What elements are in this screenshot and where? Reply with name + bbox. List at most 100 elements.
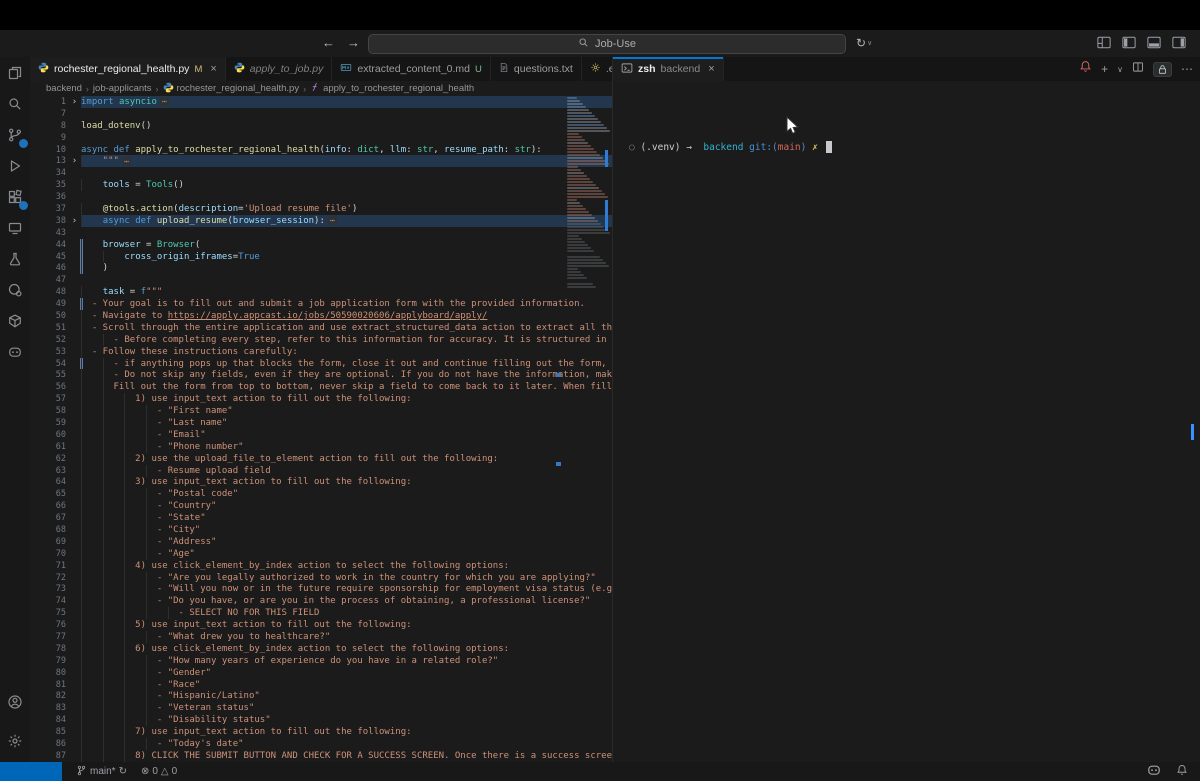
terminal-dropdown-button[interactable]: ∨: [1117, 65, 1123, 74]
line-number[interactable]: 56: [30, 382, 68, 392]
code-line[interactable]: 1›import asyncio⋯: [30, 96, 612, 108]
activity-run-and-debug[interactable]: [0, 150, 30, 181]
code-line[interactable]: 7: [30, 108, 612, 120]
line-number[interactable]: 50: [30, 311, 68, 321]
line-number[interactable]: 36: [30, 192, 68, 202]
close-icon[interactable]: ×: [210, 63, 216, 75]
code-line[interactable]: 52 - Before completing every step, refer…: [30, 334, 612, 346]
git-branch-item[interactable]: main* ↻: [76, 765, 127, 779]
code-line[interactable]: 69 - "Address": [30, 536, 612, 548]
toggle-sidebar-right-icon[interactable]: [1172, 36, 1186, 54]
breadcrumb-item[interactable]: job-applicants: [93, 83, 152, 94]
toggle-sidebar-left-icon[interactable]: [1122, 36, 1136, 54]
line-number[interactable]: 51: [30, 323, 68, 333]
line-number[interactable]: 79: [30, 656, 68, 666]
activity-extensions[interactable]: [0, 181, 30, 212]
line-number[interactable]: 66: [30, 501, 68, 511]
activity-copilot[interactable]: [0, 336, 30, 367]
code-line[interactable]: 68 - "City": [30, 524, 612, 536]
line-number[interactable]: 49: [30, 299, 68, 309]
line-number[interactable]: 58: [30, 406, 68, 416]
close-icon[interactable]: ×: [708, 63, 714, 75]
code-line[interactable]: 80 - "Gender": [30, 667, 612, 679]
line-number[interactable]: 45: [30, 252, 68, 262]
notifications-status-icon[interactable]: [1176, 764, 1188, 779]
line-number[interactable]: 72: [30, 573, 68, 583]
code-line[interactable]: 36: [30, 191, 612, 203]
line-number[interactable]: 68: [30, 525, 68, 535]
line-number[interactable]: 71: [30, 561, 68, 571]
code-line[interactable]: 43: [30, 227, 612, 239]
command-center[interactable]: Job-Use: [368, 34, 846, 54]
code-line[interactable]: 13› """⋯: [30, 155, 612, 167]
activity-search[interactable]: [0, 88, 30, 119]
line-number[interactable]: 13: [30, 156, 68, 166]
line-number[interactable]: 37: [30, 204, 68, 214]
code-line[interactable]: 81 - "Race": [30, 679, 612, 691]
code-line[interactable]: 45 cross_origin_iframes=True: [30, 251, 612, 263]
line-number[interactable]: 82: [30, 691, 68, 701]
line-number[interactable]: 86: [30, 739, 68, 749]
line-number[interactable]: 61: [30, 442, 68, 452]
remote-indicator[interactable]: [0, 762, 62, 781]
minimap[interactable]: [563, 96, 612, 762]
code-line[interactable]: 9: [30, 132, 612, 144]
line-number[interactable]: 70: [30, 549, 68, 559]
code-line[interactable]: 64 3) use input_text action to fill out …: [30, 477, 612, 489]
line-number[interactable]: 60: [30, 430, 68, 440]
terminal-alert-button[interactable]: [1079, 60, 1092, 78]
code-line[interactable]: 8load_dotenv(): [30, 120, 612, 132]
code-line[interactable]: 66 - "Country": [30, 500, 612, 512]
activity-containers[interactable]: [0, 305, 30, 336]
line-number[interactable]: 85: [30, 727, 68, 737]
nav-forward-button[interactable]: →: [347, 35, 360, 50]
new-terminal-button[interactable]: +: [1101, 63, 1108, 75]
tab-questions.txt[interactable]: questions.txt: [491, 57, 582, 81]
problems-item[interactable]: ⊗ 0 △ 0: [141, 766, 177, 777]
code-line[interactable]: 86 - "Today's date": [30, 738, 612, 750]
code-line[interactable]: 35 tools = Tools(): [30, 179, 612, 191]
code-line[interactable]: 72 - "Are you legally authorized to work…: [30, 572, 612, 584]
code-line[interactable]: 63 - Resume upload field: [30, 465, 612, 477]
tab-apply_to_job.py[interactable]: apply_to_job.py: [226, 57, 333, 81]
code-line[interactable]: 59 - "Last name": [30, 417, 612, 429]
activity-account[interactable]: [0, 686, 30, 717]
code-line[interactable]: 83 - "Veteran status": [30, 702, 612, 714]
line-number[interactable]: 83: [30, 703, 68, 713]
line-number[interactable]: 46: [30, 263, 68, 273]
code-line[interactable]: 79 - "How many years of experience do yo…: [30, 655, 612, 667]
line-number[interactable]: 7: [30, 109, 68, 119]
code-line[interactable]: 60 - "Email": [30, 429, 612, 441]
line-number[interactable]: 38: [30, 216, 68, 226]
code-line[interactable]: 44 browser = Browser(: [30, 239, 612, 251]
line-number[interactable]: 63: [30, 466, 68, 476]
code-line[interactable]: 74 - "Do you have, or are you in the pro…: [30, 595, 612, 607]
activity-settings[interactable]: [0, 725, 30, 756]
code-line[interactable]: 87 8) CLICK THE SUBMIT BUTTON AND CHECK …: [30, 750, 612, 762]
code-line[interactable]: 76 5) use input_text action to fill out …: [30, 619, 612, 631]
line-number[interactable]: 48: [30, 287, 68, 297]
line-number[interactable]: 43: [30, 228, 68, 238]
breadcrumb-item[interactable]: apply_to_rochester_regional_health: [310, 82, 474, 95]
line-number[interactable]: 76: [30, 620, 68, 630]
tab-terminal-zsh[interactable]: zshbackend×: [613, 57, 724, 81]
code-line[interactable]: 10async def apply_to_rochester_regional_…: [30, 144, 612, 156]
code-line[interactable]: 56 Fill out the form from top to bottom,…: [30, 381, 612, 393]
activity-testing[interactable]: [0, 243, 30, 274]
line-number[interactable]: 44: [30, 240, 68, 250]
code-line[interactable]: 61 - "Phone number": [30, 441, 612, 453]
activity-explorer[interactable]: [0, 57, 30, 88]
line-number[interactable]: 84: [30, 715, 68, 725]
line-number[interactable]: 57: [30, 394, 68, 404]
line-number[interactable]: 64: [30, 477, 68, 487]
customize-layout-icon[interactable]: [1097, 36, 1111, 54]
code-line[interactable]: 73 - "Will you now or in the future requ…: [30, 584, 612, 596]
line-number[interactable]: 67: [30, 513, 68, 523]
code-line[interactable]: 85 7) use input_text action to fill out …: [30, 726, 612, 738]
reload-window-button[interactable]: ↻∨: [856, 36, 872, 50]
toggle-panel-icon[interactable]: [1147, 36, 1161, 54]
line-number[interactable]: 9: [30, 133, 68, 143]
code-line[interactable]: 34: [30, 167, 612, 179]
line-number[interactable]: 55: [30, 370, 68, 380]
code-line[interactable]: 82 - "Hispanic/Latino": [30, 691, 612, 703]
